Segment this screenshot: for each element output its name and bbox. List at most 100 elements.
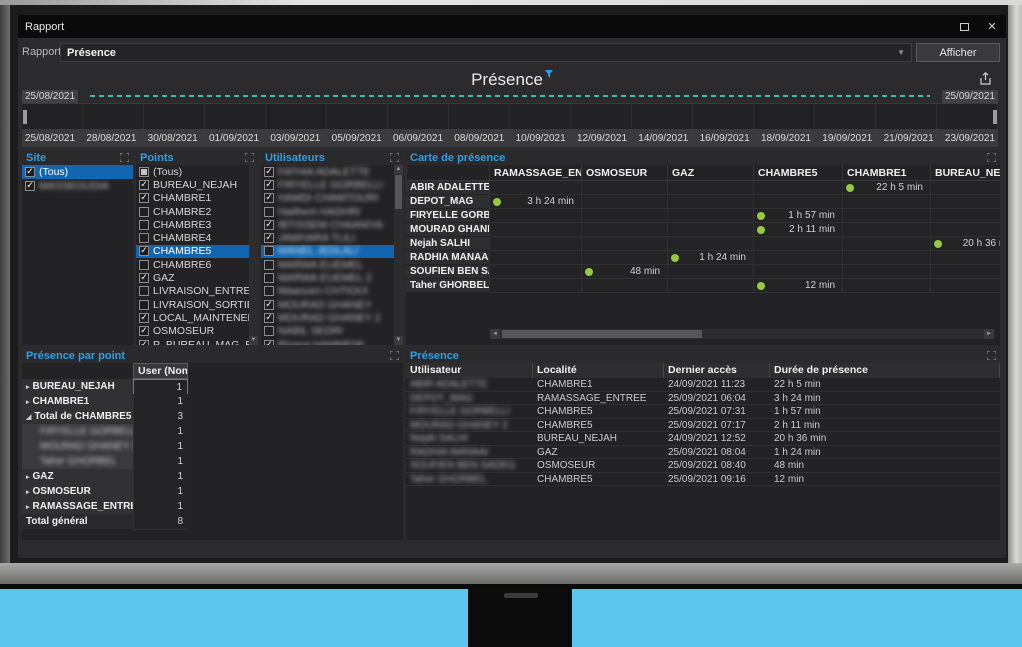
presence-map-cell[interactable] xyxy=(667,223,753,237)
presence-map-row-header[interactable]: SOUFIEN BEN SADEG xyxy=(406,265,489,279)
checkbox-icon[interactable] xyxy=(139,220,149,230)
user-item[interactable]: MOURAD GHANEY xyxy=(261,298,403,311)
checkbox-icon[interactable] xyxy=(264,193,274,203)
expand-panel-icon[interactable] xyxy=(245,153,254,162)
presence-map-row-header[interactable]: Nejah SALHI xyxy=(406,237,489,251)
user-item[interactable]: MARWA EUEMEL 2 xyxy=(261,271,403,284)
scroll-down-icon[interactable]: ▼ xyxy=(249,336,258,345)
checkbox-icon[interactable] xyxy=(139,180,149,190)
scrollbar-thumb[interactable] xyxy=(395,175,402,209)
report-select[interactable]: Présence ▼ xyxy=(60,43,912,62)
presence-map-cell[interactable] xyxy=(667,181,753,195)
presence-map-cell[interactable] xyxy=(581,195,667,209)
presence-table-row[interactable]: SOUFIEN BEN SADEGOSMOSEUR25/09/2021 08:4… xyxy=(406,459,1000,473)
pbp-row-label[interactable]: ▸GAZ xyxy=(22,469,133,485)
pbp-row[interactable]: ▸OSMOSEUR1 xyxy=(22,484,188,499)
presence-map-cell[interactable] xyxy=(581,251,667,265)
presence-map-cell[interactable] xyxy=(489,251,581,265)
presence-map-cell[interactable] xyxy=(667,195,753,209)
presence-map-cell[interactable] xyxy=(489,265,581,279)
checkbox-icon[interactable] xyxy=(139,233,149,243)
presence-table-row[interactable]: ABIR ADALETTECHAMBRE124/09/2021 11:2322 … xyxy=(406,378,1000,392)
scroll-right-icon[interactable]: ► xyxy=(984,329,994,339)
checkbox-icon[interactable] xyxy=(139,286,149,296)
presence-map-cell[interactable] xyxy=(930,209,1000,223)
expand-arrow-icon[interactable]: ▸ xyxy=(26,399,30,406)
checkbox-icon[interactable] xyxy=(264,313,274,323)
presence-table-row[interactable]: RADHIA MANAAIGAZ25/09/2021 08:041 h 24 m… xyxy=(406,446,1000,460)
presence-table-row[interactable]: MOURAD GHANEY 2CHAMBRE525/09/2021 07:172… xyxy=(406,419,1000,433)
presence-map-cell[interactable]: 1 h 57 min xyxy=(753,209,842,223)
site-item[interactable]: MASSEOUDIA xyxy=(22,179,133,193)
point-item[interactable]: CHAMBRE1 xyxy=(136,192,258,205)
presence-map-cell[interactable]: 48 min xyxy=(581,265,667,279)
range-handle-left[interactable] xyxy=(23,110,27,124)
presence-map-column-header[interactable]: CHAMBRE1 xyxy=(842,165,930,181)
pbp-row-label[interactable]: ▸RAMASSAGE_ENTREE xyxy=(22,499,133,515)
presence-map-cell[interactable] xyxy=(581,181,667,195)
point-item[interactable]: LIVRAISON_SORTIE xyxy=(136,298,258,311)
point-item[interactable]: (Tous) xyxy=(136,165,258,178)
checkbox-icon[interactable] xyxy=(264,286,274,296)
pbp-row[interactable]: ▸RAMASSAGE_ENTREE1 xyxy=(22,499,188,514)
presence-map-cell[interactable] xyxy=(581,209,667,223)
presence-map-cell[interactable] xyxy=(667,265,753,279)
presence-map-column-header[interactable]: CHAMBRE5 xyxy=(753,165,842,181)
users-scrollbar[interactable]: ▲ ▼ xyxy=(394,165,403,345)
point-item[interactable]: OSMOSEUR xyxy=(136,325,258,338)
presence-map-cell[interactable]: 1 h 24 min xyxy=(667,251,753,265)
point-item[interactable]: P_BUREAU_MAG_RDC xyxy=(136,338,258,345)
presence-map-column-header[interactable]: OSMOSEUR xyxy=(581,165,667,181)
expand-arrow-icon[interactable]: ▸ xyxy=(26,504,30,511)
pbp-row-label[interactable]: Taher GHORBEL xyxy=(22,454,133,470)
presence-map-row-header[interactable]: MOURAD GHANEY 2 xyxy=(406,223,489,237)
checkbox-icon[interactable] xyxy=(139,260,149,270)
presence-map-cell[interactable] xyxy=(753,251,842,265)
point-item[interactable]: CHAMBRE2 xyxy=(136,205,258,218)
presence-map-cell[interactable] xyxy=(489,279,581,293)
user-item[interactable]: Maaouen CHTIOUI xyxy=(261,285,403,298)
checkbox-icon[interactable] xyxy=(264,326,274,336)
user-item[interactable]: IBTISSEM CHAANIYA xyxy=(261,218,403,231)
checkbox-icon[interactable] xyxy=(264,233,274,243)
timeline-chart[interactable] xyxy=(22,103,998,130)
checkbox-icon[interactable] xyxy=(139,313,149,323)
checkbox-icon[interactable] xyxy=(139,300,149,310)
user-item[interactable]: MARWA EUEMEL xyxy=(261,258,403,271)
expand-arrow-icon[interactable]: ▸ xyxy=(26,384,30,391)
checkbox-icon[interactable] xyxy=(264,260,274,270)
user-item[interactable]: HAMDI CHAMTOURI xyxy=(261,192,403,205)
presence-map-column-header[interactable]: BUREAU_NEJAH xyxy=(930,165,1000,181)
user-item[interactable]: FIRYELLE GORBELLI xyxy=(261,178,403,191)
presence-map-cell[interactable] xyxy=(753,265,842,279)
presence-map-cell[interactable] xyxy=(489,223,581,237)
checkbox-icon[interactable] xyxy=(264,207,274,217)
presence-map-cell[interactable] xyxy=(581,279,667,293)
presence-map-cell[interactable] xyxy=(753,195,842,209)
presence-map-cell[interactable] xyxy=(930,279,1000,293)
pbp-row[interactable]: FIRYELLE GORBELLI1 xyxy=(22,424,188,439)
presence-map-column-header[interactable]: RAMASSAGE_ENTREE xyxy=(489,165,581,181)
presence-table-row[interactable]: DEPOT_MAGRAMASSAGE_ENTREE25/09/2021 06:0… xyxy=(406,392,1000,406)
presence-map-row-header[interactable]: RADHIA MANAAI xyxy=(406,251,489,265)
presence-map-row-header[interactable]: FIRYELLE GORBELLI xyxy=(406,209,489,223)
range-start-label[interactable]: 25/08/2021 xyxy=(22,90,78,103)
expand-arrow-icon[interactable]: ▸ xyxy=(26,474,30,481)
range-end-label[interactable]: 25/09/2021 xyxy=(942,90,998,103)
presence-map-cell[interactable] xyxy=(842,265,930,279)
pbp-row-label[interactable]: FIRYELLE GORBELLI xyxy=(22,424,133,440)
point-item[interactable]: LIVRAISON_ENTREE xyxy=(136,285,258,298)
presence-map-row-header[interactable]: DEPOT_MAG xyxy=(406,195,489,209)
presence-table-column-header[interactable]: Dernier accès xyxy=(664,363,770,378)
user-item[interactable]: NABIL SEDRI xyxy=(261,325,403,338)
checkbox-icon[interactable] xyxy=(139,246,149,256)
presence-table-row[interactable]: Nejah SALHIBUREAU_NEJAH24/09/2021 12:522… xyxy=(406,432,1000,446)
presence-map-cell[interactable]: 22 h 5 min xyxy=(842,181,930,195)
point-item[interactable]: LOCAL_MAINTENENCE xyxy=(136,311,258,324)
export-icon[interactable] xyxy=(979,72,992,86)
point-item[interactable]: CHAMBRE5 xyxy=(136,245,258,258)
filter-icon[interactable] xyxy=(545,70,553,78)
points-scrollbar[interactable]: ▼ xyxy=(249,165,258,345)
presence-map-cell[interactable]: 2 h 11 min xyxy=(753,223,842,237)
presence-map-cell[interactable] xyxy=(489,237,581,251)
